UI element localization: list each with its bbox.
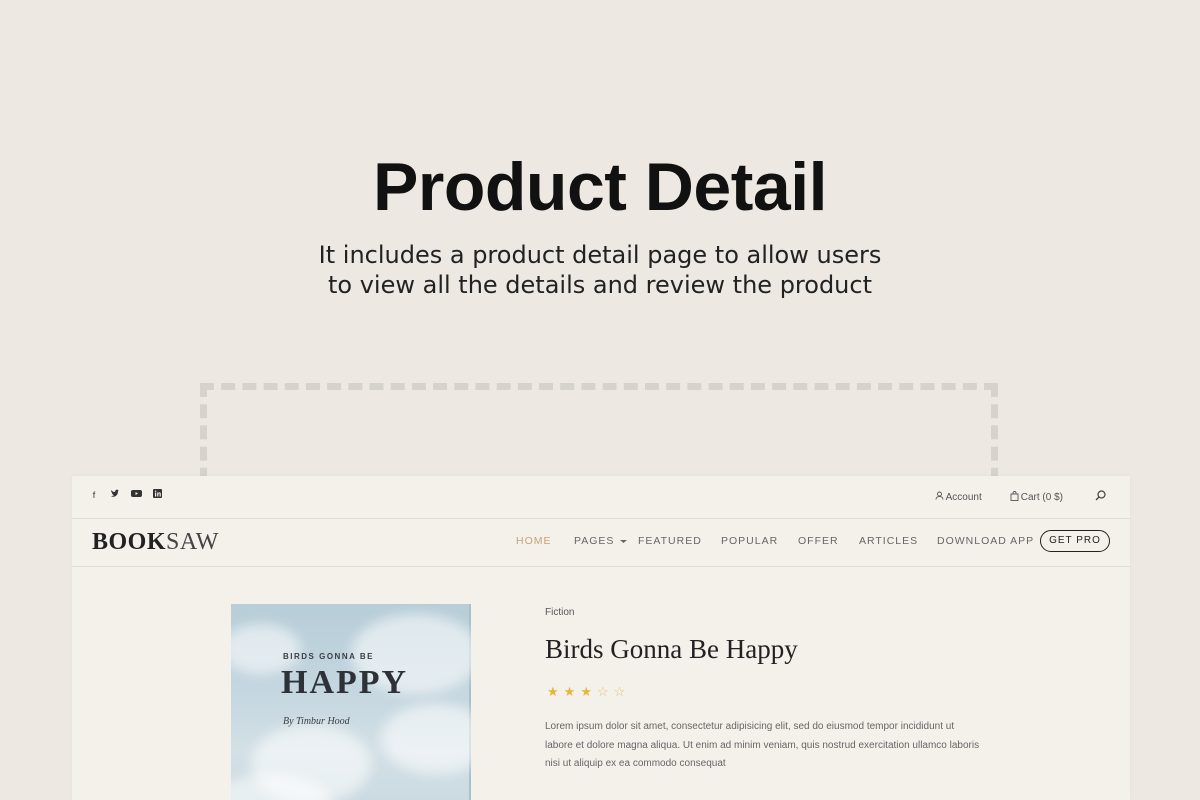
website-mockup: f Account Cart (0 $) BOOKSAW HOME PAGES … [72,476,1130,800]
cart-icon [1010,490,1019,504]
nav-menu: HOME PAGES FEATURED POPULAR OFFER ARTICL… [516,535,1034,547]
site-logo[interactable]: BOOKSAW [92,529,219,556]
star-filled-icon: ★ [580,684,592,699]
top-bar: f Account Cart (0 $) [72,476,1130,519]
cart-label: Cart (0 $) [1020,491,1063,503]
twitter-icon[interactable] [109,489,121,501]
search-icon [1095,490,1106,504]
rating-stars[interactable]: ★ ★ ★ ☆ ☆ [547,684,625,700]
main-navbar: BOOKSAW HOME PAGES FEATURED POPULAR OFFE… [72,519,1130,567]
account-link[interactable]: Account [935,491,982,503]
social-links: f [88,489,163,501]
nav-item-articles[interactable]: ARTICLES [859,535,937,547]
cart-link[interactable]: Cart (0 $) [1010,490,1063,504]
description-line: nisi ut aliquip ex ea commodo consequat [545,758,726,769]
cover-kicker: BIRDS GONNA BE [283,652,374,661]
account-label: Account [945,491,982,503]
product-description: Lorem ipsum dolor sit amet, consectetur … [545,718,985,774]
facebook-icon[interactable]: f [88,489,100,501]
logo-bold: BOOK [92,529,167,555]
top-right-links: Account Cart (0 $) [907,490,1106,504]
chevron-down-icon [620,535,638,547]
get-pro-button[interactable]: GET PRO [1040,530,1110,552]
description-line: Lorem ipsum dolor sit amet, consectetur … [545,721,955,732]
youtube-icon[interactable] [130,489,142,501]
star-empty-icon: ☆ [596,684,609,699]
nav-item-featured[interactable]: FEATURED [638,535,721,547]
cover-author: By Timbur Hood [283,716,350,727]
product-category[interactable]: Fiction [545,607,574,618]
nav-item-popular[interactable]: POPULAR [721,535,798,547]
logo-light: SAW [166,529,219,555]
book-cover: BIRDS GONNA BE HAPPY By Timbur Hood [231,604,471,800]
hero-subtitle-line: It includes a product detail page to all… [318,241,882,269]
cover-title: HAPPY [281,664,409,701]
hero-subtitle: It includes a product detail page to all… [0,240,1200,300]
nav-item-offer[interactable]: OFFER [798,535,859,547]
linkedin-icon[interactable] [151,489,163,501]
user-icon [935,491,944,503]
star-filled-icon: ★ [563,684,576,699]
nav-item-home[interactable]: HOME [516,535,574,547]
star-empty-icon: ☆ [613,684,626,699]
hero-title: Product Detail [373,149,827,225]
hero-subtitle-line: to view all the details and review the p… [328,271,872,299]
product-title: Birds Gonna Be Happy [545,634,798,664]
description-line: labore et dolore magna aliqua. Ut enim a… [545,739,980,751]
nav-item-pages[interactable]: PAGES [574,535,620,547]
search-button[interactable] [1095,490,1106,504]
star-filled-icon: ★ [547,684,559,699]
nav-item-download-app[interactable]: DOWNLOAD APP [937,535,1034,547]
